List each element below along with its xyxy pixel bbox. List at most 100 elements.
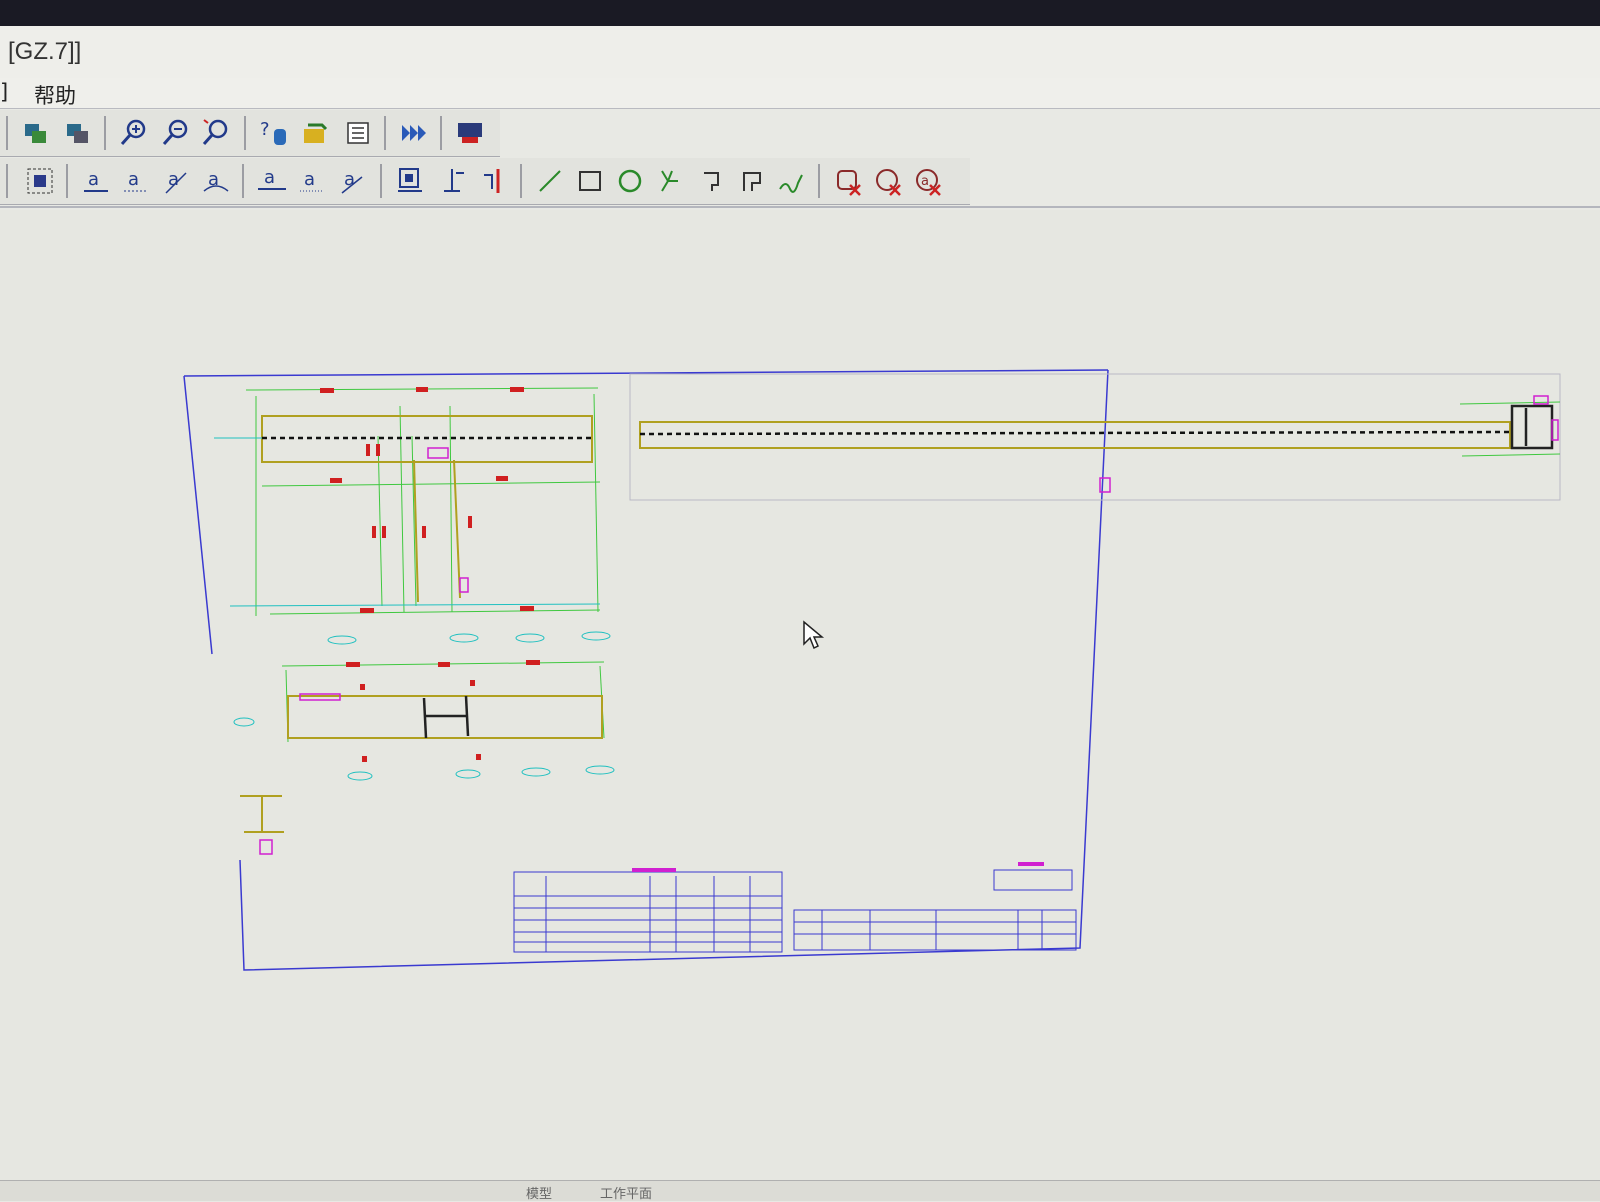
bracket-icon xyxy=(704,172,719,191)
text-align-icon: a xyxy=(84,169,108,192)
svg-text:a: a xyxy=(264,167,275,188)
rectangle-button[interactable] xyxy=(572,163,608,199)
text-rotate-button[interactable]: a xyxy=(198,163,234,199)
mouse-cursor-icon xyxy=(803,620,825,650)
svg-text:a: a xyxy=(168,169,179,190)
toolbar-separator xyxy=(440,116,442,150)
zoom-out-icon xyxy=(162,119,188,145)
select-icon xyxy=(27,168,53,194)
delete-all-button[interactable] xyxy=(870,163,906,199)
long-elevation-view xyxy=(629,373,1561,501)
delete-text-icon: a xyxy=(916,169,941,196)
toolbar-separator xyxy=(520,164,522,198)
drawing-sheet xyxy=(183,369,1561,971)
toolbar-bottom-border xyxy=(0,206,1600,208)
text-edit-button[interactable]: a xyxy=(158,163,194,199)
delete-icon xyxy=(837,170,861,196)
tab-model[interactable]: 模型 xyxy=(526,1183,552,1202)
layer-button[interactable] xyxy=(18,115,54,151)
text-style-button[interactable]: a xyxy=(334,163,370,199)
line-icon xyxy=(539,170,561,192)
snap-icon xyxy=(661,170,678,192)
menu-bar: ] 帮助 xyxy=(0,78,1600,109)
primary-toolbar: ? xyxy=(0,110,500,157)
dimension-icon xyxy=(484,169,500,193)
help-icon: ? xyxy=(260,119,286,145)
text-baseline-button[interactable]: a xyxy=(294,163,330,199)
line-button[interactable] xyxy=(532,163,568,199)
zoom-window-icon xyxy=(202,119,228,145)
delete-all-icon xyxy=(876,169,901,196)
drawing-toolbar: a a a a a a a a xyxy=(0,158,970,205)
section-symbol xyxy=(240,795,284,833)
status-bar: 模型 工作平面 xyxy=(0,1180,1600,1202)
circle-icon xyxy=(618,169,642,193)
layer-alt-button[interactable] xyxy=(60,115,96,151)
block-button[interactable] xyxy=(392,163,428,199)
text-icon: a xyxy=(124,169,148,192)
dimension-button[interactable] xyxy=(476,163,512,199)
list-button[interactable] xyxy=(340,115,376,151)
toolbar-separator xyxy=(66,164,68,198)
render-button[interactable] xyxy=(452,115,488,151)
layer-icon xyxy=(25,124,46,143)
title-bar: [GZ.7]] xyxy=(0,26,1600,78)
corner-icon xyxy=(743,172,761,191)
window-title: [GZ.7]] xyxy=(8,38,82,65)
corner-button[interactable] xyxy=(734,163,770,199)
material-table xyxy=(513,868,783,953)
toolbar-separator xyxy=(384,116,386,150)
toolbar-separator xyxy=(244,116,246,150)
circle-button[interactable] xyxy=(612,163,648,199)
bracket-button[interactable] xyxy=(694,163,730,199)
text-button[interactable]: a xyxy=(118,163,154,199)
zoom-in-button[interactable] xyxy=(116,115,152,151)
snap-button[interactable] xyxy=(652,163,688,199)
select-button[interactable] xyxy=(22,163,58,199)
insert-point-button[interactable] xyxy=(434,163,470,199)
toolbar-separator xyxy=(6,164,8,198)
drawing-canvas[interactable] xyxy=(0,210,1600,1200)
svg-text:a: a xyxy=(304,169,315,190)
toolbar-separator xyxy=(818,164,820,198)
toolbar-separator xyxy=(242,164,244,198)
elevation-view xyxy=(233,660,615,781)
text-edit-icon: a xyxy=(165,169,187,194)
plan-view xyxy=(214,387,611,645)
delete-button[interactable] xyxy=(830,163,866,199)
export-icon xyxy=(304,123,328,143)
help-button[interactable]: ? xyxy=(256,115,292,151)
zoom-window-button[interactable] xyxy=(198,115,234,151)
text-baseline-icon: a xyxy=(300,169,324,192)
svg-text:a: a xyxy=(128,169,139,190)
menu-item-cut-off[interactable]: ] xyxy=(0,80,8,104)
text-insert-button[interactable]: a xyxy=(254,163,290,199)
forward-button[interactable] xyxy=(396,115,432,151)
zoom-in-icon xyxy=(120,119,146,145)
svg-text:a: a xyxy=(88,169,99,190)
title-block xyxy=(793,862,1077,951)
tab-work-plane[interactable]: 工作平面 xyxy=(600,1183,652,1202)
insert-point-icon xyxy=(444,169,464,192)
curve-button[interactable] xyxy=(774,163,810,199)
svg-text:a: a xyxy=(921,174,929,189)
toolbar-separator xyxy=(380,164,382,198)
toolbar-separator xyxy=(104,116,106,150)
curve-icon xyxy=(779,174,803,193)
svg-text:?: ? xyxy=(260,119,270,140)
menu-item-help[interactable]: 帮助 xyxy=(34,80,76,110)
zoom-out-button[interactable] xyxy=(158,115,194,151)
rectangle-icon xyxy=(579,171,601,191)
text-style-icon: a xyxy=(341,169,363,194)
block-icon xyxy=(398,168,422,192)
layer-alt-icon xyxy=(67,124,88,143)
forward-icon xyxy=(402,125,426,141)
list-icon xyxy=(347,122,369,144)
export-button[interactable] xyxy=(298,115,334,151)
delete-text-button[interactable]: a xyxy=(910,163,946,199)
screen-bezel xyxy=(0,0,1600,26)
text-align-button[interactable]: a xyxy=(78,163,114,199)
text-insert-icon: a xyxy=(258,167,286,190)
text-rotate-icon: a xyxy=(203,169,229,192)
toolbar-separator xyxy=(6,116,8,150)
